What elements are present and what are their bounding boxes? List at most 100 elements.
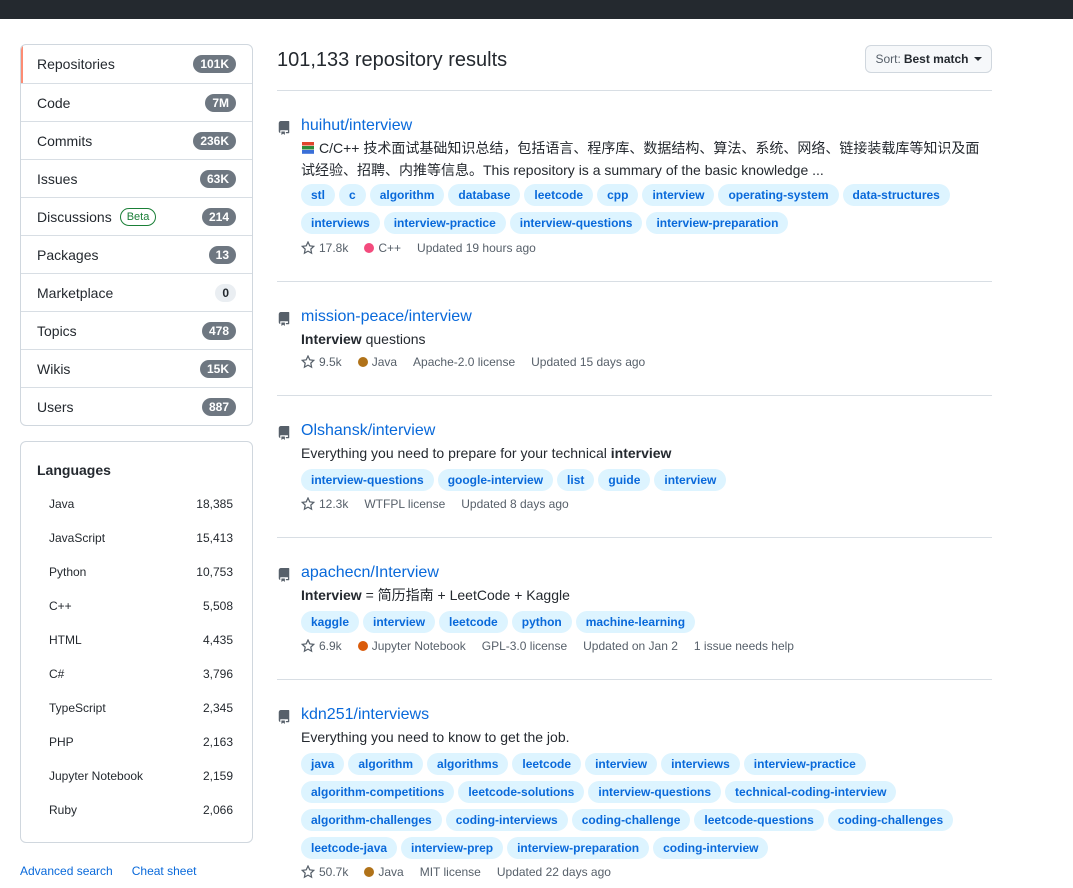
- stargazers-link[interactable]: 6.9k: [301, 639, 342, 653]
- topic-list: stl c algorithm database leetcode cpp in…: [301, 184, 991, 234]
- topic-tag[interactable]: algorithms: [427, 753, 509, 775]
- language-name: C#: [49, 667, 65, 681]
- filter-label: Packages: [37, 246, 99, 263]
- topic-tag[interactable]: algorithm-competitions: [301, 781, 455, 803]
- topic-tag[interactable]: python: [511, 611, 572, 633]
- language-item-python[interactable]: Python 10,753: [37, 555, 237, 589]
- topic-tag[interactable]: list: [557, 469, 595, 491]
- filter-topics[interactable]: Topics 478: [21, 311, 252, 349]
- topic-tag[interactable]: interview: [363, 611, 436, 633]
- sort-dropdown-button[interactable]: Sort: Best match: [865, 45, 992, 73]
- topic-tag[interactable]: interview-practice: [743, 753, 866, 775]
- repo-description: Everything you need to know to get the j…: [301, 726, 991, 748]
- filter-label: Topics: [37, 322, 77, 339]
- topic-tag[interactable]: algorithm: [369, 184, 445, 206]
- topic-tag[interactable]: interview-questions: [509, 212, 643, 234]
- stargazers-link[interactable]: 17.8k: [301, 241, 348, 255]
- topic-tag[interactable]: leetcode-java: [301, 837, 398, 859]
- topic-tag[interactable]: java: [301, 753, 345, 775]
- filter-packages[interactable]: Packages 13: [21, 235, 252, 273]
- repo-description: Interview questions: [301, 328, 991, 350]
- topic-tag[interactable]: c: [339, 184, 366, 206]
- topic-tag[interactable]: leetcode: [524, 184, 594, 206]
- repo-meta: 6.9k Jupyter Notebook GPL-3.0 license Up…: [301, 639, 810, 653]
- repo-link[interactable]: huihut/interview: [301, 117, 412, 135]
- repo-meta: 9.5k Java Apache-2.0 license Updated 15 …: [301, 355, 661, 369]
- topic-tag[interactable]: interview-preparation: [646, 212, 789, 234]
- repo-link[interactable]: kdn251/interviews: [301, 706, 429, 724]
- filter-repositories[interactable]: Repositories 101K: [21, 45, 252, 83]
- topic-tag[interactable]: cpp: [597, 184, 639, 206]
- language-item-ruby[interactable]: Ruby 2,066: [37, 793, 237, 827]
- topic-tag[interactable]: technical-coding-interview: [725, 781, 897, 803]
- language-name: Java: [371, 355, 398, 369]
- language-color-dot: [357, 641, 368, 651]
- repo-language: C++: [364, 241, 401, 255]
- star-count: 9.5k: [319, 355, 342, 369]
- topic-tag[interactable]: coding-challenge: [571, 809, 691, 831]
- topic-tag[interactable]: data-structures: [842, 184, 950, 206]
- repo-icon: [278, 710, 290, 724]
- language-item-typescript[interactable]: TypeScript 2,345: [37, 691, 237, 725]
- topic-tag[interactable]: interviews: [661, 753, 740, 775]
- topic-tag[interactable]: leetcode-solutions: [458, 781, 585, 803]
- topic-tag[interactable]: leetcode: [439, 611, 508, 633]
- advanced-search-link[interactable]: Advanced search: [20, 864, 113, 878]
- repo-link[interactable]: Olshansk/interview: [301, 422, 435, 440]
- stargazers-link[interactable]: 9.5k: [301, 355, 342, 369]
- language-item-cpp[interactable]: C++ 5,508: [37, 589, 237, 623]
- language-item-php[interactable]: PHP 2,163: [37, 725, 237, 759]
- stargazers-link[interactable]: 12.3k: [301, 497, 348, 511]
- filter-count: 0: [215, 283, 236, 302]
- filter-wikis[interactable]: Wikis 15K: [21, 349, 252, 387]
- language-item-javascript[interactable]: JavaScript 15,413: [37, 521, 237, 555]
- topic-tag[interactable]: leetcode: [512, 753, 582, 775]
- topic-tag[interactable]: coding-challenges: [827, 809, 954, 831]
- star-icon: [301, 355, 315, 369]
- topic-tag[interactable]: coding-interview: [653, 837, 769, 859]
- filter-issues[interactable]: Issues 63K: [21, 159, 252, 197]
- topic-tag[interactable]: interview-practice: [383, 212, 506, 234]
- filter-commits[interactable]: Commits 236K: [21, 121, 252, 159]
- language-item-java[interactable]: Java 18,385: [37, 487, 237, 521]
- search-type-filter-menu: Repositories 101K Code 7M Commits 236K I…: [20, 44, 253, 426]
- topic-tag[interactable]: interview-questions: [588, 781, 722, 803]
- language-item-csharp[interactable]: C# 3,796: [37, 657, 237, 691]
- cheat-sheet-link[interactable]: Cheat sheet: [132, 864, 197, 878]
- star-count: 12.3k: [319, 497, 349, 511]
- filter-marketplace[interactable]: Marketplace 0: [21, 273, 252, 311]
- topic-tag[interactable]: algorithm: [348, 753, 424, 775]
- topic-tag[interactable]: operating-system: [718, 184, 839, 206]
- updated-time: Updated 15 days ago: [531, 355, 646, 369]
- topic-tag[interactable]: interview-questions: [301, 469, 434, 491]
- filter-label: Marketplace: [37, 284, 114, 301]
- language-name: Python: [49, 565, 87, 579]
- topic-tag[interactable]: interview-preparation: [507, 837, 650, 859]
- topic-tag[interactable]: coding-interviews: [445, 809, 568, 831]
- topic-tag[interactable]: interview-prep: [401, 837, 504, 859]
- topic-tag[interactable]: interviews: [301, 212, 380, 234]
- languages-heading: Languages: [37, 462, 111, 478]
- topic-tag[interactable]: guide: [598, 469, 651, 491]
- topic-tag[interactable]: interview: [585, 753, 658, 775]
- filter-discussions[interactable]: Discussions Beta 214: [21, 197, 252, 235]
- repo-link[interactable]: mission-peace/interview: [301, 308, 472, 326]
- topic-tag[interactable]: interview: [654, 469, 727, 491]
- topic-tag[interactable]: interview: [642, 184, 715, 206]
- repo-meta: 17.8k C++ Updated 19 hours ago: [301, 241, 552, 255]
- topic-tag[interactable]: google-interview: [437, 469, 554, 491]
- language-item-jupyter-notebook[interactable]: Jupyter Notebook 2,159: [37, 759, 237, 793]
- topic-tag[interactable]: algorithm-challenges: [301, 809, 442, 831]
- filter-code[interactable]: Code 7M: [21, 83, 252, 121]
- topic-tag[interactable]: machine-learning: [575, 611, 696, 633]
- repo-link[interactable]: apachecn/Interview: [301, 564, 439, 582]
- language-item-html[interactable]: HTML 4,435: [37, 623, 237, 657]
- topic-tag[interactable]: kaggle: [301, 611, 360, 633]
- star-count: 6.9k: [319, 639, 342, 653]
- topic-tag[interactable]: leetcode-questions: [694, 809, 824, 831]
- filter-users[interactable]: Users 887: [21, 387, 252, 425]
- topic-tag[interactable]: database: [448, 184, 521, 206]
- topic-tag[interactable]: stl: [301, 184, 336, 206]
- help-wanted-issues-link[interactable]: 1 issue needs help: [694, 639, 794, 653]
- stargazers-link[interactable]: 50.7k: [301, 865, 348, 879]
